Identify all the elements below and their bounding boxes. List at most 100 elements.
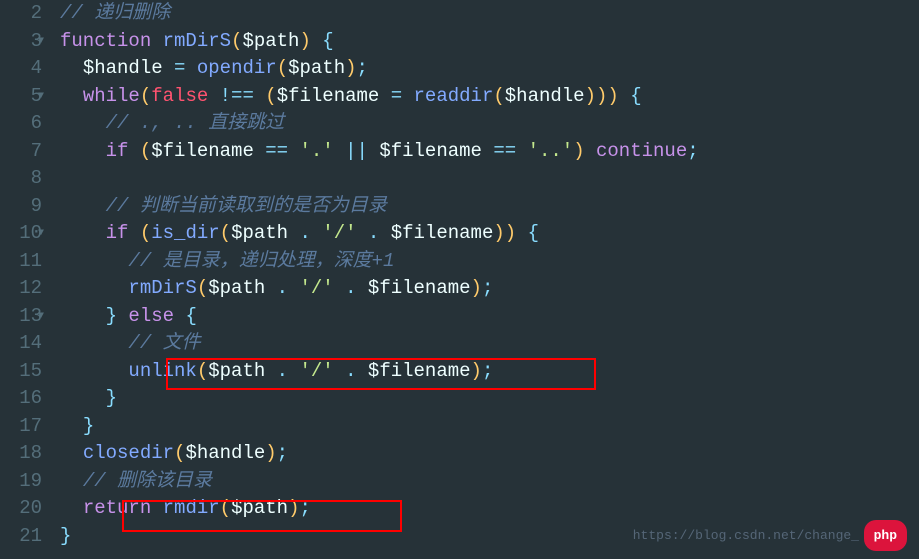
operator: || [345, 140, 368, 162]
line-number: 3▼ [0, 28, 42, 56]
line-number: 13▼ [0, 303, 42, 331]
variable: $path [208, 360, 265, 382]
brace: } [60, 525, 71, 547]
code-line[interactable]: $handle = opendir($path); [60, 55, 919, 83]
paren: ) [265, 442, 276, 464]
variable: $filename [368, 360, 471, 382]
line-number: 6 [0, 110, 42, 138]
operator: . [345, 277, 356, 299]
semicolon: ; [299, 497, 310, 519]
fold-marker-icon[interactable]: ▼ [38, 83, 44, 111]
watermark-text: https://blog.csdn.net/change_ [633, 522, 859, 550]
code-area[interactable]: // 递归删除 function rmDirS($path) { $handle… [50, 0, 919, 550]
variable: $filename [379, 140, 482, 162]
comment-text: // 文件 [128, 332, 200, 354]
fold-marker-icon[interactable]: ▼ [38, 28, 44, 56]
code-line[interactable]: } else { [60, 303, 919, 331]
variable: $path [242, 30, 299, 52]
brace: { [322, 30, 333, 52]
variable: $filename [368, 277, 471, 299]
code-line[interactable]: closedir($handle); [60, 440, 919, 468]
comment-text: // 是目录，递归处理，深度+1 [128, 250, 394, 272]
operator: . [299, 222, 310, 244]
variable: $filename [151, 140, 254, 162]
code-line[interactable]: while(false !== ($filename = readdir($ha… [60, 83, 919, 111]
builtin-fn: closedir [83, 442, 174, 464]
semicolon: ; [687, 140, 698, 162]
fold-marker-icon[interactable]: ▼ [38, 220, 44, 248]
brace: } [106, 387, 117, 409]
paren: ) [471, 360, 482, 382]
keyword: else [128, 305, 174, 327]
paren: ( [140, 222, 151, 244]
line-number: 12 [0, 275, 42, 303]
paren: ( [220, 497, 231, 519]
line-number-gutter: 2 3▼ 4 5▼ 6 7 8 9 10▼ 11 12 13▼ 14 15 16… [0, 0, 50, 550]
code-line[interactable]: // 删除该目录 [60, 468, 919, 496]
code-line[interactable]: } [60, 385, 919, 413]
variable: $path [208, 277, 265, 299]
paren: ( [197, 277, 208, 299]
paren: ) [585, 85, 596, 107]
line-number: 17 [0, 413, 42, 441]
operator: !== [220, 85, 254, 107]
semicolon: ; [482, 360, 493, 382]
brace: { [630, 85, 641, 107]
function-name: rmDirS [163, 30, 231, 52]
paren: ( [220, 222, 231, 244]
semicolon: ; [482, 277, 493, 299]
paren: ) [345, 57, 356, 79]
comment-text: // ., .. 直接跳过 [106, 112, 285, 134]
paren: ) [493, 222, 504, 244]
code-line[interactable]: unlink($path . '/' . $filename); [60, 358, 919, 386]
builtin-fn: readdir [414, 85, 494, 107]
code-line[interactable]: // 文件 [60, 330, 919, 358]
code-editor[interactable]: 2 3▼ 4 5▼ 6 7 8 9 10▼ 11 12 13▼ 14 15 16… [0, 0, 919, 550]
variable: $path [288, 57, 345, 79]
operator: . [277, 360, 288, 382]
paren: ) [596, 85, 607, 107]
paren: ) [288, 497, 299, 519]
code-line[interactable]: if (is_dir($path . '/' . $filename)) { [60, 220, 919, 248]
code-line[interactable]: // 判断当前读取到的是否为目录 [60, 193, 919, 221]
code-line[interactable]: if ($filename == '.' || $filename == '..… [60, 138, 919, 166]
code-line[interactable]: return rmdir($path); [60, 495, 919, 523]
line-number: 21 [0, 523, 42, 551]
line-number: 8 [0, 165, 42, 193]
builtin-fn: opendir [197, 57, 277, 79]
line-number: 20 [0, 495, 42, 523]
paren: ) [607, 85, 618, 107]
paren: ( [174, 442, 185, 464]
code-line[interactable] [60, 165, 919, 193]
brace: { [528, 222, 539, 244]
line-number: 9 [0, 193, 42, 221]
line-number: 11 [0, 248, 42, 276]
variable: $handle [505, 85, 585, 107]
code-line[interactable]: // 递归删除 [60, 0, 919, 28]
code-line[interactable]: // ., .. 直接跳过 [60, 110, 919, 138]
paren: ) [299, 30, 310, 52]
code-line[interactable]: } [60, 413, 919, 441]
keyword: return [83, 497, 151, 519]
operator: = [391, 85, 402, 107]
line-number: 14 [0, 330, 42, 358]
code-line[interactable]: // 是目录，递归处理，深度+1 [60, 248, 919, 276]
paren: ( [277, 57, 288, 79]
php-badge: php [864, 520, 907, 552]
builtin-fn: rmdir [163, 497, 220, 519]
code-line[interactable]: function rmDirS($path) { [60, 28, 919, 56]
variable: $path [231, 222, 288, 244]
line-number: 4 [0, 55, 42, 83]
operator: == [265, 140, 288, 162]
paren: ) [573, 140, 584, 162]
constant: false [151, 85, 208, 107]
string: '/' [299, 360, 333, 382]
semicolon: ; [357, 57, 368, 79]
brace: } [106, 305, 117, 327]
line-number: 2 [0, 0, 42, 28]
code-line[interactable]: rmDirS($path . '/' . $filename); [60, 275, 919, 303]
variable: $handle [185, 442, 265, 464]
fold-marker-icon[interactable]: ▼ [38, 303, 44, 331]
line-number: 5▼ [0, 83, 42, 111]
line-number: 15 [0, 358, 42, 386]
